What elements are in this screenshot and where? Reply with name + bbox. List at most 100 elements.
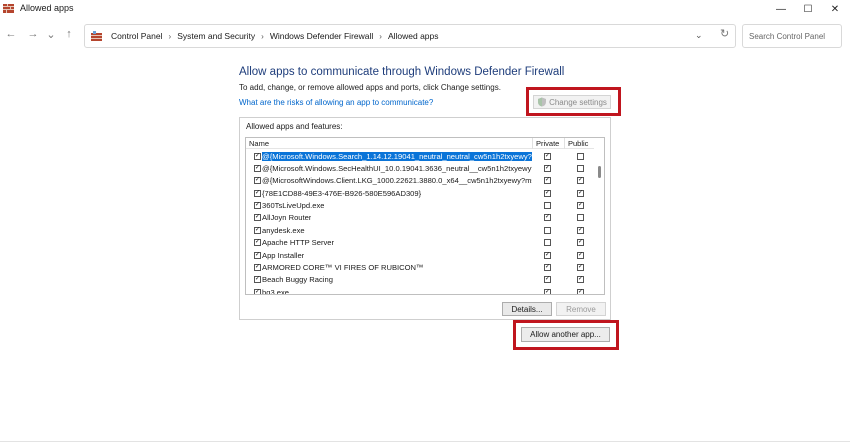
app-name: AllJoyn Router: [262, 213, 312, 223]
list-header: Name Private Public: [246, 138, 594, 149]
enabled-checkbox[interactable]: ✓: [254, 164, 261, 172]
enabled-checkbox[interactable]: ✓: [254, 251, 261, 259]
window-title: Allowed apps: [20, 3, 74, 13]
private-checkbox[interactable]: ✓: [544, 152, 551, 160]
public-checkbox[interactable]: ✓: [577, 189, 584, 197]
chevron-right-icon: ›: [261, 31, 264, 41]
control-panel-icon: [91, 31, 102, 41]
private-checkbox[interactable]: ✓: [544, 251, 551, 259]
public-checkbox[interactable]: ✓: [577, 288, 584, 294]
column-divider: [564, 138, 565, 149]
column-header-public[interactable]: Public: [568, 139, 588, 148]
scrollbar-thumb[interactable]: [598, 166, 601, 178]
highlight-box: [513, 320, 619, 350]
table-row[interactable]: ✓ bg3.exe ✓ ✓: [246, 286, 594, 295]
table-row[interactable]: ✓ @{Microsoft.Windows.Search_1.14.12.1904…: [246, 150, 594, 162]
table-row[interactable]: ✓ Apache HTTP Server ✓: [246, 237, 594, 249]
address-bar[interactable]: Control Panel › System and Security › Wi…: [84, 24, 736, 48]
app-name: bg3.exe: [262, 287, 290, 295]
breadcrumb-windows-defender-firewall[interactable]: Windows Defender Firewall: [270, 31, 373, 41]
breadcrumb-allowed-apps[interactable]: Allowed apps: [388, 31, 439, 41]
public-checkbox[interactable]: [577, 152, 584, 160]
maximize-button[interactable]: ☐: [795, 0, 821, 18]
minimize-button[interactable]: —: [768, 0, 794, 18]
enabled-checkbox[interactable]: ✓: [254, 214, 261, 222]
group-label: Allowed apps and features:: [246, 122, 343, 131]
private-checkbox[interactable]: ✓: [544, 177, 551, 185]
up-button[interactable]: ↑: [62, 27, 76, 41]
enabled-checkbox[interactable]: ✓: [254, 288, 261, 294]
table-row[interactable]: ✓ Beach Buggy Racing ✓ ✓: [246, 274, 594, 286]
back-button[interactable]: ←: [4, 27, 18, 41]
table-row[interactable]: ✓ @{Microsoft.Windows.SecHealthUI_10.0.19…: [246, 162, 594, 174]
table-row[interactable]: ✓ @{MicrosoftWindows.Client.LKG_1000.2262…: [246, 175, 594, 187]
title-bar: Allowed apps — ☐ ✕: [0, 0, 850, 18]
table-row[interactable]: ✓ 360TsLiveUpd.exe ✓: [246, 200, 594, 212]
app-name: ARMORED CORE™ VI FIRES OF RUBICON™: [262, 263, 424, 273]
app-name: anydesk.exe: [262, 225, 305, 235]
enabled-checkbox[interactable]: ✓: [254, 202, 261, 210]
private-checkbox[interactable]: ✓: [544, 288, 551, 294]
remove-button[interactable]: Remove: [556, 302, 606, 316]
highlight-box: [526, 87, 621, 116]
private-checkbox[interactable]: ✓: [544, 276, 551, 284]
column-header-name[interactable]: Name: [249, 139, 269, 148]
public-checkbox[interactable]: ✓: [577, 226, 584, 234]
close-button[interactable]: ✕: [822, 0, 848, 18]
list-rows: ✓ @{Microsoft.Windows.Search_1.14.12.1904…: [246, 150, 594, 295]
address-dropdown-icon[interactable]: ⌄: [695, 30, 703, 41]
app-name: {78E1CD88-49E3-476E-B926-580E596AD309}: [262, 188, 422, 198]
search-input[interactable]: Search Control Panel: [742, 24, 842, 48]
breadcrumb: Control Panel › System and Security › Wi…: [111, 31, 439, 41]
enabled-checkbox[interactable]: ✓: [254, 189, 261, 197]
app-name: @{Microsoft.Windows.Search_1.14.12.19041…: [262, 151, 532, 161]
table-row[interactable]: ✓ App Installer ✓ ✓: [246, 249, 594, 261]
page-title: Allow apps to communicate through Window…: [239, 66, 565, 78]
enabled-checkbox[interactable]: ✓: [254, 177, 261, 185]
table-row[interactable]: ✓ {78E1CD88-49E3-476E-B926-580E596AD309} ✓…: [246, 187, 594, 199]
public-checkbox[interactable]: [577, 164, 584, 172]
app-name: App Installer: [262, 250, 305, 260]
private-checkbox[interactable]: [544, 226, 551, 234]
app-name: @{Microsoft.Windows.SecHealthUI_10.0.190…: [262, 163, 532, 173]
enabled-checkbox[interactable]: ✓: [254, 152, 261, 160]
private-checkbox[interactable]: ✓: [544, 214, 551, 222]
chevron-right-icon: ›: [168, 31, 172, 41]
allowed-apps-list[interactable]: Name Private Public ✓ @{Microsoft.Windows…: [245, 137, 605, 295]
private-checkbox[interactable]: [544, 202, 551, 210]
public-checkbox[interactable]: ✓: [577, 177, 584, 185]
public-checkbox[interactable]: ✓: [577, 264, 584, 272]
public-checkbox[interactable]: ✓: [577, 276, 584, 284]
private-checkbox[interactable]: ✓: [544, 164, 551, 172]
public-checkbox[interactable]: ✓: [577, 202, 584, 210]
enabled-checkbox[interactable]: ✓: [254, 264, 261, 272]
list-scrollbar[interactable]: [598, 140, 602, 294]
breadcrumb-system-and-security[interactable]: System and Security: [177, 31, 255, 41]
enabled-checkbox[interactable]: ✓: [254, 239, 261, 247]
private-checkbox[interactable]: ✓: [544, 264, 551, 272]
enabled-checkbox[interactable]: ✓: [254, 226, 261, 234]
recent-locations-button[interactable]: ⌄: [44, 27, 58, 41]
table-row[interactable]: ✓ anydesk.exe ✓: [246, 224, 594, 236]
refresh-icon[interactable]: ↻: [720, 27, 729, 40]
private-checkbox[interactable]: [544, 239, 551, 247]
breadcrumb-control-panel[interactable]: Control Panel: [111, 31, 163, 41]
app-name: Beach Buggy Racing: [262, 275, 333, 285]
public-checkbox[interactable]: ✓: [577, 251, 584, 259]
app-name: 360TsLiveUpd.exe: [262, 201, 325, 211]
enabled-checkbox[interactable]: ✓: [254, 276, 261, 284]
public-checkbox[interactable]: ✓: [577, 239, 584, 247]
table-row[interactable]: ✓ AllJoyn Router ✓: [246, 212, 594, 224]
private-checkbox[interactable]: ✓: [544, 189, 551, 197]
navigation-bar: ← → ⌄ ↑ Control Panel › System and Secur…: [0, 22, 850, 48]
app-name: @{MicrosoftWindows.Client.LKG_1000.22621…: [262, 176, 532, 186]
chevron-right-icon: ›: [379, 31, 382, 41]
public-checkbox[interactable]: [577, 214, 584, 222]
column-header-private[interactable]: Private: [536, 139, 559, 148]
allowed-apps-group: Allowed apps and features: Name Private …: [239, 117, 611, 320]
table-row[interactable]: ✓ ARMORED CORE™ VI FIRES OF RUBICON™ ✓ ✓: [246, 262, 594, 274]
forward-button[interactable]: →: [26, 27, 40, 41]
app-name: Apache HTTP Server: [262, 238, 335, 248]
details-button[interactable]: Details...: [502, 302, 552, 316]
risks-link[interactable]: What are the risks of allowing an app to…: [239, 98, 433, 107]
